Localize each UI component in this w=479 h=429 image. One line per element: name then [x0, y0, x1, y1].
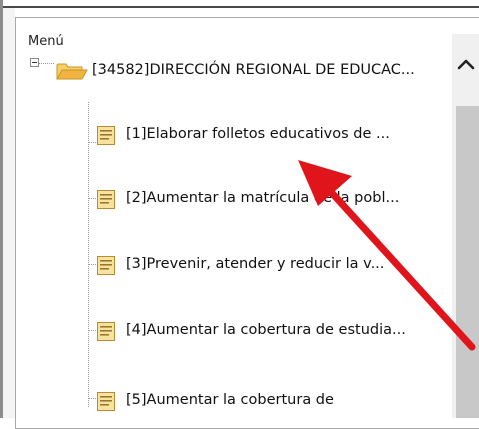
tree-guide-line — [88, 102, 89, 407]
tree-item-label: [3]Prevenir, atender y reducir la v... — [126, 256, 385, 272]
tree-item-label: [5]Aumentar la cobertura de — [126, 392, 334, 408]
document-icon — [96, 255, 116, 280]
document-icon — [96, 125, 116, 150]
tree-item-label: [4]Aumentar la cobertura de estudia... — [126, 322, 406, 338]
tree-guide-line — [88, 264, 96, 265]
tree-item-label: [2]Aumentar la matrícula de la pobl... — [126, 190, 400, 206]
window-gutter — [3, 8, 15, 418]
tree-root-label: [34582]DIRECCIÓN REGIONAL DE EDUCAC... — [92, 62, 415, 78]
chevron-up-icon — [457, 55, 475, 74]
menu-label: Menú — [28, 34, 64, 49]
collapse-toggle-icon[interactable] — [30, 58, 39, 67]
document-icon — [96, 321, 116, 346]
document-icon — [96, 391, 116, 416]
tree-guide-line — [88, 330, 96, 331]
tree-guide-line — [39, 63, 54, 64]
tree-guide-line — [88, 198, 96, 199]
tree-guide-line — [88, 142, 96, 143]
tree-guide-line — [88, 398, 96, 399]
scrollbar-track[interactable] — [456, 106, 479, 418]
vertical-scrollbar[interactable] — [452, 34, 479, 418]
tree-item-label: [1]Elaborar folletos educativos de ... — [126, 126, 390, 142]
document-icon — [96, 189, 116, 214]
scroll-up-button[interactable] — [452, 34, 479, 94]
window-top-border — [0, 6, 479, 8]
folder-open-icon — [56, 61, 88, 85]
